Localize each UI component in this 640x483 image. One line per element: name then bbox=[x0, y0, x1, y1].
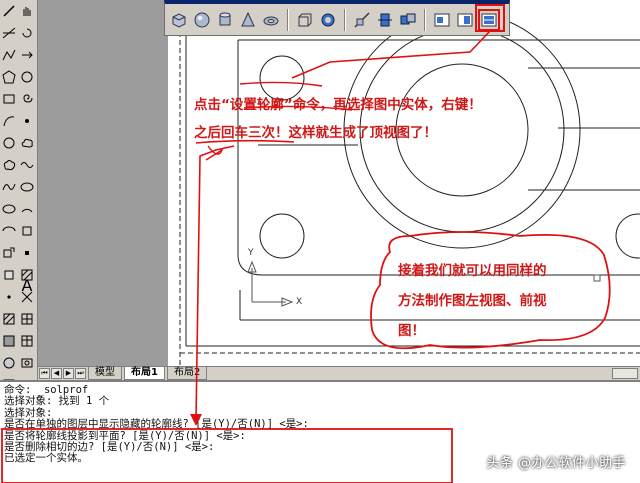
bubble-line-2: 方法制作图左视图、前视 bbox=[398, 293, 547, 309]
annotation-line-2: 之后回车三次！这样就生成了顶视图了！ bbox=[194, 125, 437, 141]
setup-drawing-icon[interactable] bbox=[432, 10, 452, 30]
rotate-arc-icon[interactable] bbox=[18, 198, 36, 220]
ellipse-icon[interactable] bbox=[0, 198, 18, 220]
revolve-icon[interactable] bbox=[318, 10, 338, 30]
solids-toolbar bbox=[164, 0, 510, 36]
pan-hand-icon[interactable] bbox=[18, 0, 36, 22]
horizontal-scrollbar[interactable] bbox=[612, 368, 638, 379]
tab-prev-button[interactable]: ◀ bbox=[51, 368, 62, 379]
cone-icon[interactable] bbox=[238, 10, 258, 30]
revcloud-icon[interactable] bbox=[0, 154, 18, 176]
draw-toolbar: A bbox=[0, 0, 38, 391]
tab-layout1[interactable]: 布局1 bbox=[124, 367, 165, 380]
extrude-icon[interactable] bbox=[295, 10, 315, 30]
region-icon[interactable] bbox=[0, 352, 18, 374]
draw-toolbar-column-a bbox=[0, 0, 18, 396]
tab-next-button[interactable]: ▶ bbox=[63, 368, 74, 379]
ucs-y-label: Y bbox=[248, 248, 254, 258]
section-icon[interactable] bbox=[375, 10, 395, 30]
arrow-icon[interactable] bbox=[18, 44, 36, 66]
gradient-icon[interactable] bbox=[0, 330, 18, 352]
rectangle-icon[interactable] bbox=[0, 88, 18, 110]
make-block-icon[interactable] bbox=[0, 264, 18, 286]
hatch-icon[interactable] bbox=[0, 308, 18, 330]
grid-icon[interactable] bbox=[18, 308, 36, 330]
cylinder-icon[interactable] bbox=[215, 10, 235, 30]
point-icon[interactable] bbox=[0, 286, 18, 308]
bubble-line-1: 接着我们就可以用同样的 bbox=[398, 263, 547, 279]
tab-last-button[interactable]: ⏭ bbox=[75, 368, 86, 379]
command-line: 是否在单独的图层中显示隐藏的轮廓线? [是(Y)/否(N)] <是>: bbox=[4, 418, 309, 431]
box-icon[interactable] bbox=[169, 10, 189, 30]
bubble-line-3: 图！ bbox=[398, 323, 425, 339]
slice-icon[interactable] bbox=[352, 10, 372, 30]
setup-profile-icon[interactable] bbox=[478, 8, 500, 31]
drawing-canvas[interactable]: Y X bbox=[168, 0, 640, 366]
wave-icon[interactable] bbox=[18, 154, 36, 176]
toolbar-separator bbox=[344, 8, 346, 31]
ellipse-icon[interactable] bbox=[18, 176, 36, 198]
spline-icon[interactable] bbox=[0, 176, 18, 198]
arc-icon[interactable] bbox=[0, 110, 18, 132]
tab-layout2[interactable]: 布局2 bbox=[166, 367, 208, 380]
circle-icon[interactable] bbox=[18, 66, 36, 88]
polyline-icon[interactable] bbox=[0, 44, 18, 66]
cloud-icon[interactable] bbox=[18, 132, 36, 154]
line-icon[interactable] bbox=[0, 0, 18, 22]
tab-first-button[interactable]: ⏮ bbox=[39, 368, 50, 379]
ucs-x-label: X bbox=[296, 297, 303, 307]
command-line: 是否删除相切的边? [是(Y)/否(N)] <是>: bbox=[4, 441, 215, 454]
setup-view-icon[interactable] bbox=[455, 10, 475, 30]
polygon-icon[interactable] bbox=[0, 66, 18, 88]
toolbar-separator bbox=[287, 8, 289, 31]
dot-icon[interactable] bbox=[18, 110, 36, 132]
multiline-text-button[interactable]: A bbox=[22, 276, 33, 295]
sphere-icon[interactable] bbox=[192, 10, 212, 30]
block-icon[interactable] bbox=[18, 220, 36, 242]
layout-tabs-bar: ⏮ ◀ ▶ ⏭ 模型 布局1 布局2 bbox=[38, 366, 640, 380]
command-line: 选择对象: 找到 1 个 bbox=[4, 395, 110, 408]
torus-icon[interactable] bbox=[261, 10, 281, 30]
command-window[interactable]: 命令: _solprof 选择对象: 找到 1 个 选择对象: 是否在单独的图层… bbox=[0, 380, 640, 483]
grip-icon[interactable] bbox=[18, 242, 36, 264]
interfere-icon[interactable] bbox=[398, 10, 418, 30]
ellipse-arc-icon[interactable] bbox=[0, 220, 18, 242]
table-icon[interactable] bbox=[18, 330, 36, 352]
annotation-line-1: 点击“设置轮廓”命令，再选择图中实体，右键！ bbox=[194, 97, 482, 113]
circle-icon[interactable] bbox=[0, 132, 18, 154]
construction-line-icon[interactable] bbox=[0, 22, 18, 44]
drawing-geometry bbox=[179, 0, 640, 366]
rotate-icon[interactable] bbox=[18, 22, 36, 44]
toolbar-separator bbox=[424, 8, 426, 31]
tab-model[interactable]: 模型 bbox=[88, 367, 122, 380]
spiral-icon[interactable] bbox=[18, 88, 36, 110]
draw-toolbar-column-b bbox=[18, 0, 36, 374]
insert-block-icon[interactable] bbox=[0, 242, 18, 264]
watermark: 头条 @办公软件小助手 bbox=[486, 455, 626, 471]
image-icon[interactable] bbox=[18, 352, 36, 374]
workspace-background bbox=[38, 0, 168, 380]
